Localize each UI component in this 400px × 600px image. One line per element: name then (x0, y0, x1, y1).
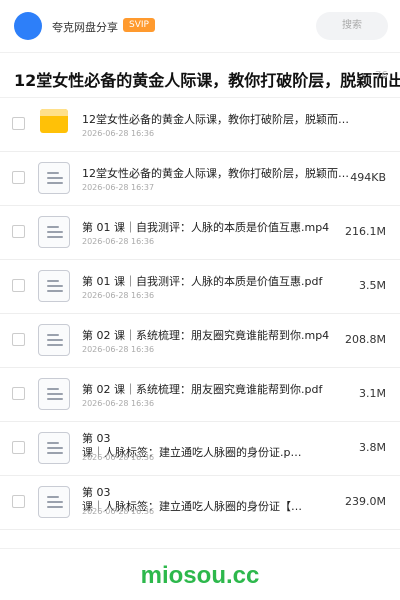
document-icon (38, 270, 70, 302)
file-date: 2026-06-28 16:36 (82, 291, 155, 300)
file-date: 2026-06-28 16:36 (82, 507, 155, 516)
avatar[interactable] (14, 12, 42, 40)
file-name-line1: 第 03 (82, 486, 111, 499)
page-title: 12堂女性必备的黄金人际课，教你打破阶层，脱颖而出，人 (14, 71, 400, 90)
file-size: 239.0M (345, 495, 386, 508)
file-name: 第 01 课｜自我测评：人脉的本质是价值互惠.mp4 (82, 221, 330, 234)
list-item[interactable]: 第 01 课｜自我测评：人脉的本质是价值互惠.pdf 2026-06-28 16… (0, 260, 400, 314)
share-title-bar: 12堂女性必备的黄金人际课，教你打破阶层，脱颖而出，人 76 (0, 52, 400, 98)
folder-icon (40, 109, 68, 133)
file-date: 2026-06-28 16:36 (82, 453, 155, 462)
file-name: 12堂女性必备的黄金人际课，教你打破阶层，脱颖而出… (82, 113, 352, 126)
select-checkbox[interactable] (12, 441, 25, 454)
file-size: 3.5M (359, 279, 386, 292)
document-icon (38, 162, 70, 194)
file-name-line1: 第 03 (82, 432, 111, 445)
svip-badge: SVIP (123, 18, 155, 32)
list-item[interactable]: 第 02 课｜系统梳理：朋友圈究竟谁能帮到你.pdf 2026-06-28 16… (0, 368, 400, 422)
list-item[interactable]: 第 01 课｜自我测评：人脉的本质是价值互惠.mp4 2026-06-28 16… (0, 206, 400, 260)
document-icon (38, 216, 70, 248)
document-icon (38, 324, 70, 356)
search-button[interactable]: 搜索 (316, 12, 388, 40)
file-date: 2026-06-28 16:36 (82, 237, 155, 246)
file-size: 3.8M (359, 441, 386, 454)
site-watermark: miosou.cc (140, 562, 260, 589)
select-checkbox[interactable] (12, 225, 25, 238)
footer-divider (0, 548, 400, 549)
list-item[interactable]: 第 02 课｜系统梳理：朋友圈究竟谁能帮到你.mp4 2026-06-28 16… (0, 314, 400, 368)
select-checkbox[interactable] (12, 279, 25, 292)
document-icon (38, 486, 70, 518)
file-date: 2026-06-28 16:36 (82, 345, 155, 354)
list-item[interactable]: 12堂女性必备的黄金人际课，教你打破阶层，脱颖而出… 2026-06-28 16… (0, 98, 400, 152)
app-header: 夸克网盘分享 SVIP 搜索 (0, 0, 400, 52)
select-checkbox[interactable] (12, 333, 25, 346)
file-size: 494KB (350, 171, 386, 184)
list-item[interactable]: 第 03 课｜人脉标签：建立通吃人脉圈的身份证【耗… 2026-06-28 16… (0, 476, 400, 530)
file-name: 12堂女性必备的黄金人际课，教你打破阶层，脱颖而出… (82, 167, 352, 180)
select-checkbox[interactable] (12, 117, 25, 130)
file-size: 216.1M (345, 225, 386, 238)
file-count: 76 (375, 70, 388, 81)
file-size: 208.8M (345, 333, 386, 346)
file-date: 2026-06-28 16:36 (82, 399, 155, 408)
document-icon (38, 432, 70, 464)
list-item[interactable]: 12堂女性必备的黄金人际课，教你打破阶层，脱颖而出… 2026-06-28 16… (0, 152, 400, 206)
file-name: 第 01 课｜自我测评：人脉的本质是价值互惠.pdf (82, 275, 323, 288)
select-checkbox[interactable] (12, 387, 25, 400)
file-date: 2026-06-28 16:37 (82, 183, 155, 192)
file-name: 第 02 课｜系统梳理：朋友圈究竟谁能帮到你.pdf (82, 383, 323, 396)
file-size: 3.1M (359, 387, 386, 400)
list-item[interactable]: 第 03 课｜人脉标签：建立通吃人脉圈的身份证.p… 2026-06-28 16… (0, 422, 400, 476)
document-icon (38, 378, 70, 410)
select-checkbox[interactable] (12, 171, 25, 184)
file-list: 12堂女性必备的黄金人际课，教你打破阶层，脱颖而出… 2026-06-28 16… (0, 98, 400, 530)
select-checkbox[interactable] (12, 495, 25, 508)
file-name: 第 02 课｜系统梳理：朋友圈究竟谁能帮到你.mp4 (82, 329, 330, 342)
brand-name: 夸克网盘分享 (52, 21, 118, 34)
file-date: 2026-06-28 16:36 (82, 129, 155, 138)
